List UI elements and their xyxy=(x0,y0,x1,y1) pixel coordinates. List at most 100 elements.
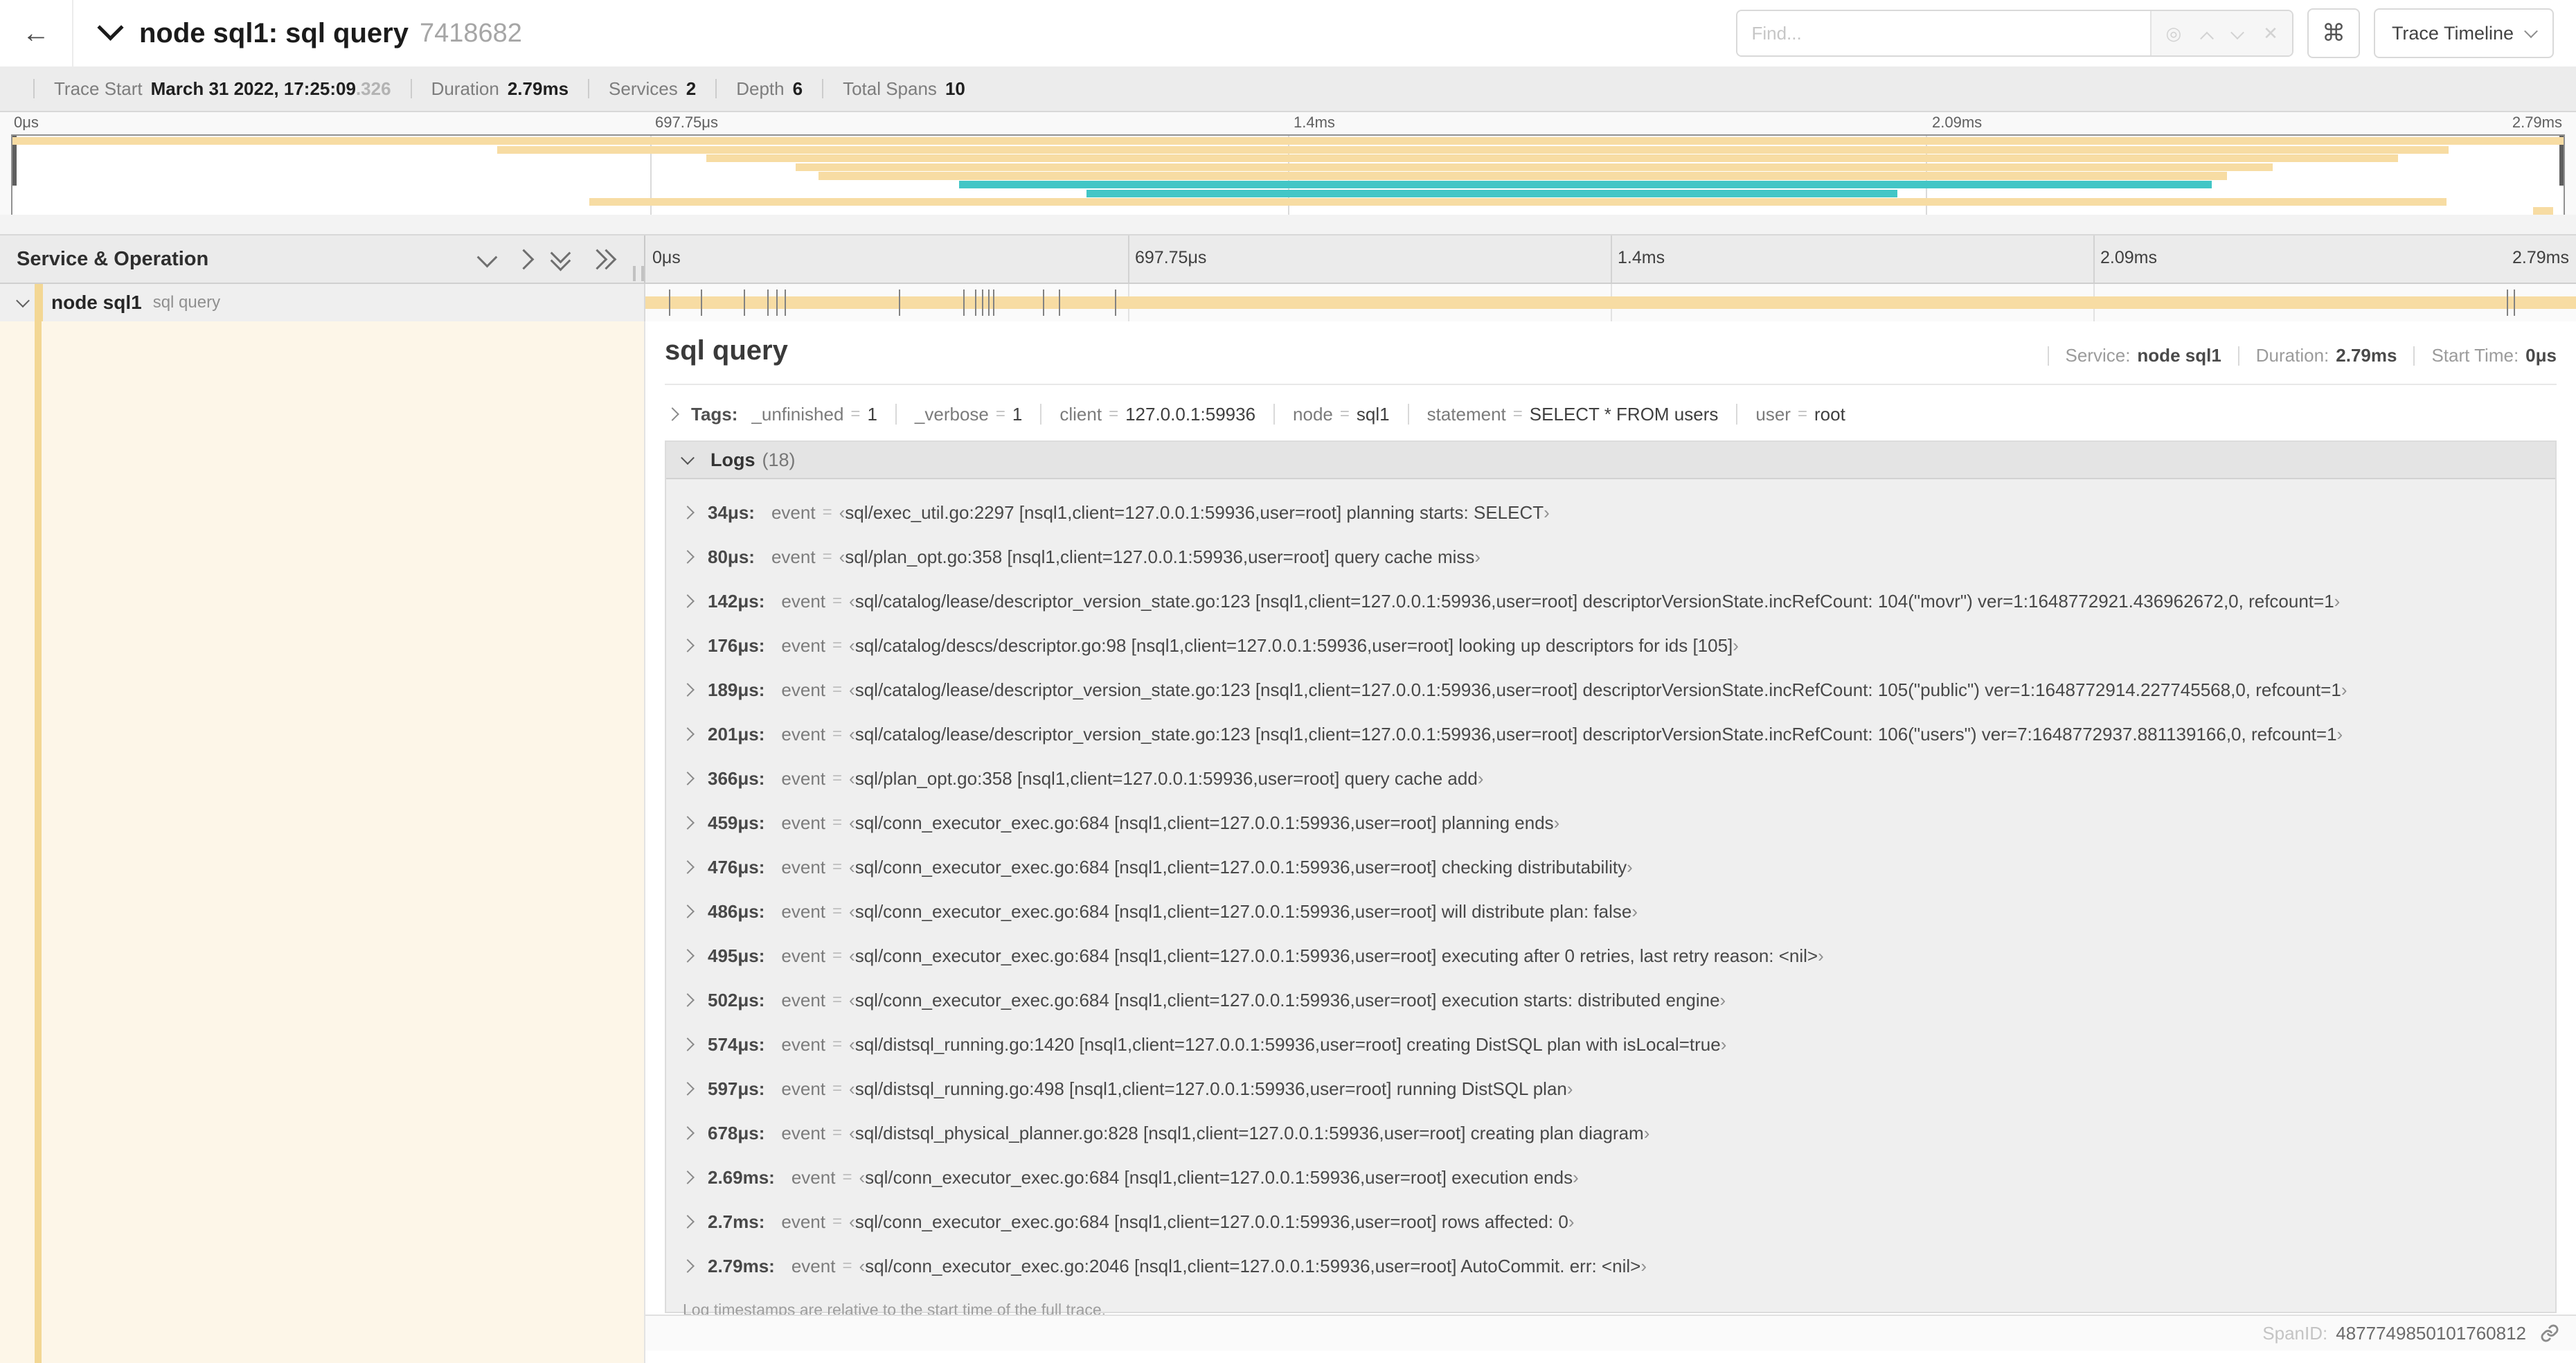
meta-label: Duration: xyxy=(2255,345,2329,366)
log-key: event xyxy=(791,1166,836,1188)
collapse-trace-chevron-down-icon[interactable] xyxy=(97,14,124,46)
equals-sign: = xyxy=(832,1035,843,1053)
top-bar: ← node sql1: sql query 7418682 ◎ ✕ ⌘ Tra… xyxy=(0,0,2576,68)
chevron-down-icon xyxy=(2524,24,2538,39)
log-entry[interactable]: 176μs: event = ‹ sql/catalog/descs/descri… xyxy=(666,623,2555,668)
log-chevron-right-icon xyxy=(681,1170,695,1184)
logs-header[interactable]: Logs (18) xyxy=(666,442,2555,479)
log-entry[interactable]: 678μs: event = ‹ sql/distsql_physical_pla… xyxy=(666,1111,2555,1155)
log-timestamp: 597μs: xyxy=(708,1078,765,1099)
find-input[interactable] xyxy=(1737,11,2151,55)
find-prev-chevron-up-icon[interactable] xyxy=(2200,24,2215,46)
deep-link-icon[interactable] xyxy=(2540,1324,2559,1343)
log-timestamp: 486μs: xyxy=(708,900,765,922)
equals-sign: = xyxy=(1109,404,1119,423)
collapse-all-double-chevron-down-icon[interactable] xyxy=(550,242,571,271)
log-key: event xyxy=(781,989,826,1010)
log-entry[interactable]: 502μs: event = ‹ sql/conn_executor_exec.g… xyxy=(666,978,2555,1022)
divider xyxy=(822,79,824,98)
divider xyxy=(410,79,412,98)
close-quote: › xyxy=(1477,767,1484,789)
tags-chevron-right-icon xyxy=(665,407,679,421)
close-quote: › xyxy=(1566,1078,1573,1099)
log-entry[interactable]: 189μs: event = ‹ sql/catalog/lease/descri… xyxy=(666,668,2555,712)
log-marker xyxy=(767,289,769,316)
log-entry[interactable]: 459μs: event = ‹ sql/conn_executor_exec.g… xyxy=(666,801,2555,845)
tick-label: 697.75μs xyxy=(655,114,718,131)
jaeger-trace-page: ← node sql1: sql query 7418682 ◎ ✕ ⌘ Tra… xyxy=(0,0,2576,1363)
log-chevron-right-icon xyxy=(681,860,695,874)
span-meta-item: Service: node sql1 xyxy=(2031,345,2221,366)
log-value: sql/conn_executor_exec.go:684 [nsql1,cli… xyxy=(855,900,1632,922)
span-id-label: SpanID: xyxy=(2262,1322,2328,1344)
log-entry[interactable]: 574μs: event = ‹ sql/distsql_running.go:1… xyxy=(666,1022,2555,1067)
span-tree-node[interactable]: node sql1 sql query xyxy=(0,284,645,321)
tags-accordion[interactable]: Tags: _unfinished = 1 _verbose = 1 clien… xyxy=(665,398,2557,431)
log-marker xyxy=(1114,289,1116,316)
log-entry[interactable]: 486μs: event = ‹ sql/conn_executor_exec.g… xyxy=(666,889,2555,934)
tick-label: 1.4ms xyxy=(1294,114,1335,131)
locate-icon[interactable]: ◎ xyxy=(2165,24,2181,42)
trace-view-selector[interactable]: Trace Timeline xyxy=(2373,8,2554,58)
minimap-span xyxy=(589,198,2447,206)
log-timestamp: 366μs: xyxy=(708,767,765,789)
span-detail-left-gutter xyxy=(0,321,645,1363)
equals-sign: = xyxy=(832,591,843,610)
minimap-canvas[interactable] xyxy=(11,134,2565,217)
log-entry[interactable]: 597μs: event = ‹ sql/distsql_running.go:4… xyxy=(666,1067,2555,1111)
summary-value: March 31 2022, 17:25:09 xyxy=(150,78,356,99)
tag-value: sql1 xyxy=(1356,403,1390,425)
minimap-span xyxy=(795,163,2273,171)
close-quote: › xyxy=(1568,1211,1575,1232)
span-row[interactable]: node sql1 sql query xyxy=(0,284,2576,321)
log-value: sql/conn_executor_exec.go:684 [nsql1,cli… xyxy=(865,1166,1573,1188)
log-entry[interactable]: 2.79ms: event = ‹ sql/conn_executor_exec.… xyxy=(666,1244,2555,1288)
back-button[interactable]: ← xyxy=(0,0,73,66)
log-value: sql/exec_util.go:2297 [nsql1,client=127.… xyxy=(845,501,1544,523)
tick-label: 2.79ms xyxy=(2512,248,2569,267)
equals-sign: = xyxy=(995,404,1005,423)
log-entry[interactable]: 476μs: event = ‹ sql/conn_executor_exec.g… xyxy=(666,845,2555,889)
summary-label: Total Spans xyxy=(843,78,937,99)
log-timestamp: 2.79ms: xyxy=(708,1255,775,1276)
expand-all-double-chevron-right-icon[interactable] xyxy=(587,249,617,269)
log-value: sql/conn_executor_exec.go:684 [nsql1,cli… xyxy=(855,989,1720,1010)
log-entry[interactable]: 2.7ms: event = ‹ sql/conn_executor_exec.g… xyxy=(666,1200,2555,1244)
timeline-ticks-header: 0μs 697.75μs 1.4ms 2.09ms 2.79ms xyxy=(645,235,2576,283)
find-next-chevron-down-icon[interactable] xyxy=(2230,24,2245,42)
log-entry[interactable]: 80μs: event = ‹ sql/plan_opt.go:358 [nsql… xyxy=(666,535,2555,579)
log-timestamp: 80μs: xyxy=(708,546,755,567)
log-entry[interactable]: 366μs: event = ‹ sql/plan_opt.go:358 [nsq… xyxy=(666,756,2555,801)
spacer xyxy=(0,215,2576,234)
log-entry[interactable]: 495μs: event = ‹ sql/conn_executor_exec.g… xyxy=(666,934,2555,978)
log-chevron-right-icon xyxy=(681,949,695,963)
column-resizer-handle[interactable] xyxy=(633,266,644,281)
tag-key: statement xyxy=(1426,403,1506,425)
collapse-controls xyxy=(476,242,617,271)
minimap-tick-labels: 0μs 697.75μs 1.4ms 2.09ms 2.79ms xyxy=(11,114,2565,134)
span-timeline-cell[interactable] xyxy=(645,284,2576,321)
log-timestamp: 459μs: xyxy=(708,812,765,833)
row-chevron-down-icon[interactable] xyxy=(16,294,30,308)
tick-label: 0μs xyxy=(652,248,681,267)
expand-one-chevron-right-icon[interactable] xyxy=(513,249,535,269)
log-marker xyxy=(2514,289,2516,316)
divider xyxy=(895,404,897,425)
logs-list: 34μs: event = ‹ sql/exec_util.go:2297 [ns… xyxy=(666,479,2555,1288)
log-chevron-right-icon xyxy=(681,993,695,1007)
log-entry[interactable]: 142μs: event = ‹ sql/catalog/lease/descri… xyxy=(666,579,2555,623)
trace-summary-item: Services 2 xyxy=(569,78,696,100)
divider xyxy=(588,79,590,98)
find-clear-icon[interactable]: ✕ xyxy=(2263,24,2278,42)
open-quote: ‹ xyxy=(859,1166,866,1188)
collapse-one-chevron-down-icon[interactable] xyxy=(476,247,498,268)
log-value: sql/catalog/descs/descriptor.go:98 [nsql… xyxy=(855,634,1733,656)
find-controls: ◎ ✕ xyxy=(2150,11,2292,55)
keyboard-shortcuts-button[interactable]: ⌘ xyxy=(2307,8,2360,58)
log-entry[interactable]: 201μs: event = ‹ sql/catalog/lease/descri… xyxy=(666,712,2555,756)
log-key: event xyxy=(781,856,826,878)
equals-sign: = xyxy=(1339,404,1350,423)
meta-value: 0μs xyxy=(2525,345,2557,366)
log-entry[interactable]: 34μs: event = ‹ sql/exec_util.go:2297 [ns… xyxy=(666,490,2555,535)
log-entry[interactable]: 2.69ms: event = ‹ sql/conn_executor_exec.… xyxy=(666,1155,2555,1200)
